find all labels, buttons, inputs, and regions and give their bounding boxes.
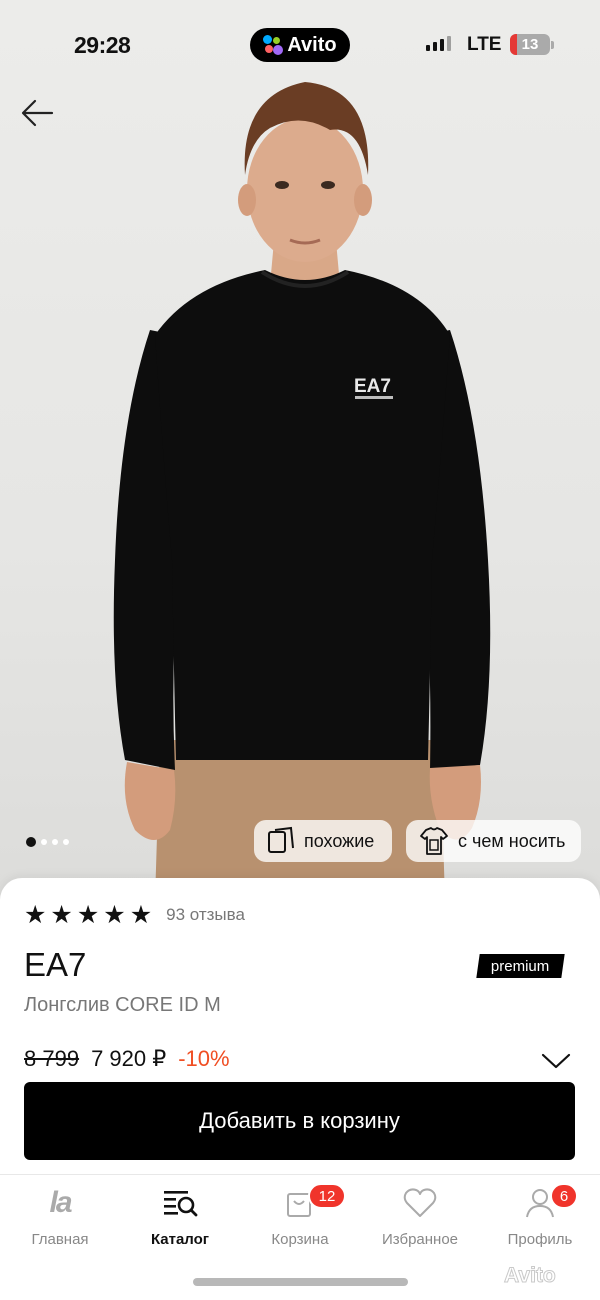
gallery-dot[interactable] xyxy=(52,839,58,845)
star-icon: ★ xyxy=(50,901,73,929)
product-title: Лонгслив CORE ID M xyxy=(24,994,221,1016)
avito-logo-icon xyxy=(263,35,284,55)
discount-label: -10% xyxy=(178,1046,230,1071)
add-to-cart-button[interactable]: Добавить в корзину xyxy=(24,1082,575,1160)
similar-button[interactable]: похожие xyxy=(254,820,392,862)
battery-level: 13 xyxy=(521,36,539,53)
back-arrow-icon[interactable] xyxy=(18,95,58,131)
nav-profile-label: Профиль xyxy=(507,1231,573,1248)
nav-item-home[interactable]: la Главная xyxy=(0,1183,120,1253)
rating-row[interactable]: ★ ★ ★ ★ ★ 93 отзыва xyxy=(24,902,245,928)
product-photo[interactable]: EA7 xyxy=(0,0,600,900)
premium-badge: premium xyxy=(476,954,565,978)
star-icon: ★ xyxy=(129,901,153,929)
nav-item-catalog[interactable]: Каталог xyxy=(120,1183,240,1253)
battery-tip xyxy=(551,41,554,49)
profile-badge: 6 xyxy=(550,1183,578,1209)
battery-icon: 13 xyxy=(510,34,550,55)
wear-with-label: с чем носить xyxy=(458,830,566,851)
rating-stars: ★ ★ ★ ★ ★ xyxy=(24,902,152,928)
price-row: 8 799 7 920 ₽ -10% xyxy=(24,1046,230,1072)
nav-item-profile[interactable]: 6 Профиль xyxy=(480,1183,600,1253)
gallery-dot[interactable] xyxy=(63,839,69,845)
similar-label: похожие xyxy=(304,830,375,851)
nav-item-favorites[interactable]: Избранное xyxy=(360,1183,480,1253)
nav-home-label: Главная xyxy=(31,1231,89,1248)
old-price: 8 799 xyxy=(24,1046,80,1071)
home-indicator[interactable] xyxy=(193,1278,408,1286)
similar-cards-icon xyxy=(268,826,294,853)
avito-app-pill: Avito xyxy=(250,28,350,62)
chevron-down-icon[interactable] xyxy=(540,1050,572,1072)
avito-app-label: Avito xyxy=(287,33,337,56)
product-info-card: ★ ★ ★ ★ ★ 93 отзыва EA7 premium Лонгслив… xyxy=(0,878,600,1178)
outfit-icon xyxy=(420,827,448,855)
status-time: 29:28 xyxy=(74,32,131,58)
current-price: 7 920 ₽ xyxy=(91,1046,167,1071)
heart-icon xyxy=(403,1188,437,1217)
shirt-logo-text: EA7 xyxy=(354,376,391,397)
network-type: LTE xyxy=(467,34,502,55)
brand-name[interactable]: EA7 xyxy=(24,946,86,984)
gallery-dot[interactable] xyxy=(41,839,47,845)
star-icon: ★ xyxy=(103,901,126,929)
nav-item-cart[interactable]: 12 Корзина xyxy=(240,1183,360,1253)
status-bar: 29:28 Avito LTE 13 xyxy=(0,26,600,66)
model-in-longsleeve-image: EA7 xyxy=(113,82,491,900)
cart-badge: 12 xyxy=(308,1183,346,1209)
avito-watermark: Avito xyxy=(504,1264,557,1288)
star-icon: ★ xyxy=(24,901,47,929)
nav-favorites-label: Избранное xyxy=(381,1231,459,1248)
star-icon: ★ xyxy=(76,901,100,929)
gallery-dot-active[interactable] xyxy=(26,837,36,847)
lamoda-logo-icon: la xyxy=(49,1186,72,1219)
wear-with-button[interactable]: с чем носить xyxy=(406,820,581,862)
gallery-pagination[interactable] xyxy=(26,837,69,847)
nav-catalog-label: Каталог xyxy=(150,1231,210,1248)
premium-label: premium xyxy=(491,957,550,975)
catalog-search-icon xyxy=(164,1191,198,1217)
signal-icon xyxy=(426,36,451,51)
reviews-link[interactable]: 93 отзыва xyxy=(166,905,245,925)
nav-cart-label: Корзина xyxy=(271,1231,329,1248)
